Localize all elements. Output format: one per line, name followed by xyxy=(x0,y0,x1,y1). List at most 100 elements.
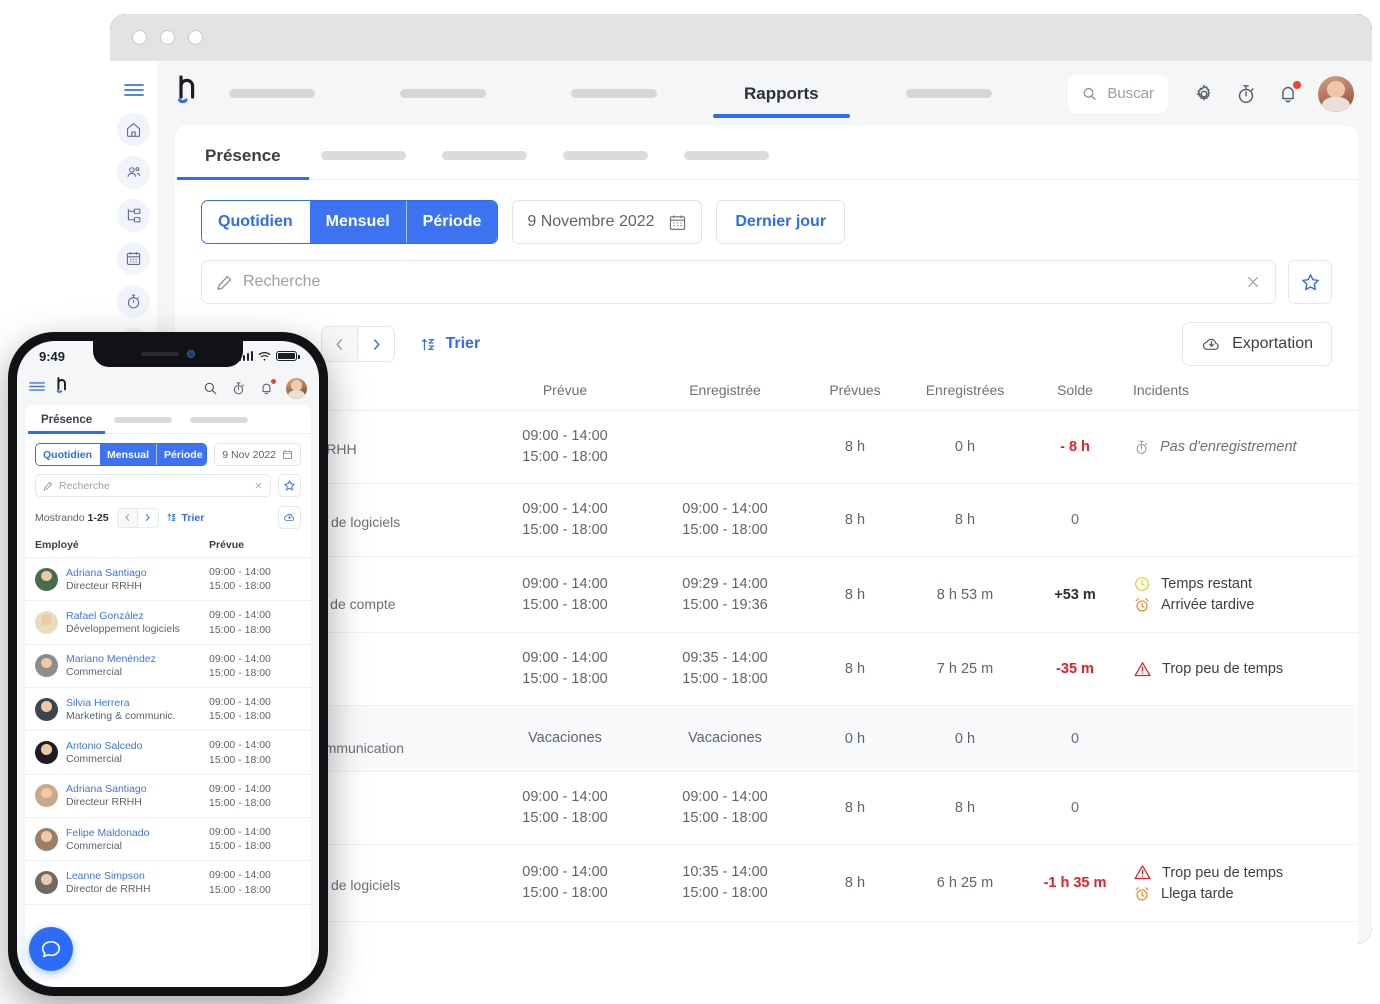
last-day-button[interactable]: Dernier jour xyxy=(716,200,846,244)
table-row[interactable]: alleríaadrid · Responsable de compte09:0… xyxy=(175,556,1358,634)
menu-icon[interactable] xyxy=(29,379,47,397)
table-row[interactable]: on · Développement de logiciels09:00 - 1… xyxy=(175,844,1358,923)
col-prevue[interactable]: Prévue xyxy=(485,382,645,411)
tab-stub-2[interactable] xyxy=(441,151,527,160)
tab-presence[interactable]: Présence xyxy=(177,146,309,180)
sort-button[interactable]: Trier xyxy=(167,512,204,524)
cloud-download-icon xyxy=(1202,338,1219,350)
gear-icon[interactable] xyxy=(1192,82,1216,106)
bell-icon[interactable] xyxy=(1276,80,1301,106)
nav-stub-2[interactable] xyxy=(400,89,486,98)
col-incidents[interactable]: Incidents xyxy=(1125,382,1358,411)
col-enregistree[interactable]: Enregistrée xyxy=(645,382,805,411)
list-item[interactable]: Adriana Santiago Directeur RRHH 09:00 - 14… xyxy=(25,558,311,602)
list-item[interactable]: Felipe Maldonado Commercial 09:00 - 14:00 1… xyxy=(25,818,311,862)
col-prevues[interactable]: Prévues xyxy=(805,382,905,411)
nav-stub-4[interactable] xyxy=(905,89,992,98)
segment-quotidien[interactable]: Quotidien xyxy=(36,444,100,465)
sort-button[interactable]: Trier xyxy=(421,335,480,353)
window-close-button[interactable] xyxy=(132,30,147,45)
col-solde[interactable]: Solde xyxy=(1025,382,1125,411)
table-row[interactable]: nyadrid · Commercial09:00 - 14:0015:00 -… xyxy=(175,771,1358,846)
tab-stub-1[interactable] xyxy=(320,151,406,160)
tab-stub-3[interactable] xyxy=(562,151,648,160)
search-input[interactable]: Recherche xyxy=(201,260,1276,304)
table-row[interactable]: teon · Marketing et communicationVacacio… xyxy=(175,705,1358,773)
tab-stub-4[interactable] xyxy=(683,151,769,160)
avatar[interactable] xyxy=(286,377,307,399)
stopwatch-icon[interactable] xyxy=(1234,82,1258,106)
avatar xyxy=(35,654,58,678)
list-item[interactable]: Silvia Herrera Marketing & communic. 09:00… xyxy=(25,688,311,732)
cell-enregistrees: 8 h 53 m xyxy=(905,556,1025,634)
table-row[interactable]: esadrid · Commercial09:00 - 14:0015:00 -… xyxy=(175,632,1358,707)
employee-name[interactable]: Silvia Herrera xyxy=(66,697,201,709)
export-button[interactable] xyxy=(278,506,301,529)
sidebar-item-calendar[interactable] xyxy=(117,242,150,275)
date-picker[interactable]: 9 Nov 2022 xyxy=(214,443,301,466)
favorite-button[interactable] xyxy=(1288,260,1332,304)
pagination xyxy=(116,507,159,528)
tab-stub-1[interactable] xyxy=(114,417,173,423)
nav-item-rapports[interactable]: Rapports xyxy=(713,70,850,118)
window-title-bar xyxy=(110,14,1372,61)
list-item[interactable]: Mariano Menéndez Commercial 09:00 - 14:00 1… xyxy=(25,645,311,689)
next-page-button[interactable] xyxy=(358,327,395,361)
employee-name[interactable]: Leanne Simpson xyxy=(66,870,201,882)
employee-name[interactable]: Adriana Santiago xyxy=(66,783,201,795)
employee-name[interactable]: Antonio Salcedo xyxy=(66,740,201,752)
cell-prevue: Vacaciones xyxy=(485,705,645,773)
employee-name[interactable]: Rafael González xyxy=(66,610,201,622)
chat-fab-button[interactable] xyxy=(29,927,73,971)
tab-presence[interactable]: Présence xyxy=(27,414,106,434)
sidebar-item-home[interactable] xyxy=(117,113,150,146)
prev-page-button[interactable] xyxy=(322,327,359,361)
sidebar-item-org-chart[interactable] xyxy=(117,199,150,232)
brand-logo[interactable] xyxy=(55,376,75,401)
mobile-topbar xyxy=(17,371,319,405)
avatar[interactable] xyxy=(1318,75,1354,112)
showing-count: Mostrando 1-25 xyxy=(35,512,109,524)
segment-mensuel[interactable]: Mensuel xyxy=(309,201,407,243)
nav-stub-1[interactable] xyxy=(229,89,315,98)
date-picker[interactable]: 9 Novembre 2022 xyxy=(512,200,703,244)
employee-name[interactable]: Adriana Santiago xyxy=(66,567,201,579)
list-item[interactable]: Leanne Simpson Director de RRHH 09:00 - 14… xyxy=(25,861,311,905)
search-input[interactable]: Recherche xyxy=(35,474,271,497)
segment-quotidien[interactable]: Quotidien xyxy=(202,201,310,243)
pencil-icon xyxy=(43,481,52,490)
nav-stub-3[interactable] xyxy=(571,89,657,98)
global-search-input[interactable]: Buscar xyxy=(1068,74,1168,113)
list-item[interactable]: Adriana Santiago Directeur RRHH 09:00 - 14… xyxy=(25,775,311,819)
favorite-button[interactable] xyxy=(278,474,301,497)
stopwatch-icon[interactable] xyxy=(230,380,247,397)
chevron-right-icon xyxy=(145,514,150,521)
clear-icon xyxy=(1248,277,1258,287)
export-button[interactable]: Exportation xyxy=(1182,322,1332,366)
employee-role: Développement logiciels xyxy=(66,623,180,636)
segment-periode[interactable]: Période xyxy=(406,201,498,243)
bell-icon[interactable] xyxy=(258,378,276,397)
employee-name[interactable]: Mariano Menéndez xyxy=(66,653,201,665)
search-icon[interactable] xyxy=(202,380,219,397)
menu-icon[interactable] xyxy=(121,77,147,103)
segment-periode[interactable]: Période xyxy=(157,444,207,465)
next-page-button[interactable] xyxy=(138,509,158,527)
content-card-wrap: Présence Quotidien Mensuel Période 9 Nov… xyxy=(157,126,1372,944)
attendance-table: Prévue Enregistrée Prévues Enregistrées … xyxy=(175,382,1358,923)
sidebar-item-people[interactable] xyxy=(117,156,150,189)
list-item[interactable]: Antonio Salcedo Commercial 09:00 - 14:00 15… xyxy=(25,731,311,775)
list-item[interactable]: Rafael González Développement logiciels 09… xyxy=(25,601,311,645)
tab-stub-2[interactable] xyxy=(190,417,249,423)
brand-logo[interactable] xyxy=(175,74,211,113)
employee-name[interactable]: Felipe Maldonado xyxy=(66,827,201,839)
window-maximize-button[interactable] xyxy=(188,30,203,45)
segment-mensual[interactable]: Mensual xyxy=(100,444,158,465)
col-enregistrees[interactable]: Enregistrées xyxy=(905,382,1025,411)
prev-page-button[interactable] xyxy=(117,508,138,527)
table-row[interactable]: on · Développement de logiciels09:00 - 1… xyxy=(175,483,1358,558)
sidebar-item-timer[interactable] xyxy=(117,285,150,318)
table-row[interactable]: on · Directeur des RRHH09:00 - 14:0015:0… xyxy=(175,410,1358,485)
warning-triangle-icon xyxy=(1134,865,1151,880)
window-minimize-button[interactable] xyxy=(160,30,175,45)
